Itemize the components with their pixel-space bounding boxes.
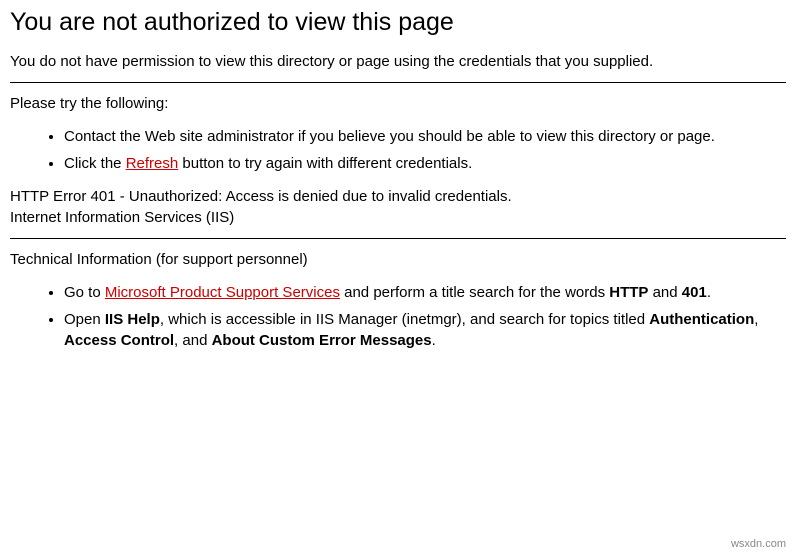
- error-block: HTTP Error 401 - Unauthorized: Access is…: [10, 186, 786, 228]
- try-following-label: Please try the following:: [10, 93, 786, 114]
- intro-text: You do not have permission to view this …: [10, 51, 786, 72]
- server-line: Internet Information Services (IIS): [10, 209, 234, 226]
- text-fragment: , which is accessible in IIS Manager (in…: [160, 311, 649, 328]
- authentication-bold: Authentication: [649, 311, 754, 328]
- text-fragment: .: [707, 284, 711, 301]
- text-fragment: ,: [754, 311, 758, 328]
- text-fragment: Click the: [64, 155, 126, 172]
- text-fragment: and: [648, 284, 681, 301]
- http-bold: HTTP: [609, 284, 648, 301]
- text-fragment: , and: [174, 332, 212, 349]
- technical-info-label: Technical Information (for support perso…: [10, 249, 786, 270]
- text-fragment: button to try again with different crede…: [178, 155, 472, 172]
- list-item: Contact the Web site administrator if yo…: [64, 126, 786, 147]
- text-fragment: Go to: [64, 284, 105, 301]
- access-control-bold: Access Control: [64, 332, 174, 349]
- divider-top: [10, 82, 786, 83]
- refresh-link[interactable]: Refresh: [126, 155, 179, 172]
- list-item: Go to Microsoft Product Support Services…: [64, 282, 786, 303]
- list-item: Click the Refresh button to try again wi…: [64, 153, 786, 174]
- technical-list: Go to Microsoft Product Support Services…: [10, 282, 786, 351]
- error-code-line: HTTP Error 401 - Unauthorized: Access is…: [10, 188, 512, 205]
- about-custom-bold: About Custom Error Messages: [212, 332, 432, 349]
- list-item: Open IIS Help, which is accessible in II…: [64, 309, 786, 351]
- page-title: You are not authorized to view this page: [10, 8, 786, 37]
- text-fragment: .: [432, 332, 436, 349]
- watermark: wsxdn.com: [731, 538, 786, 550]
- iis-help-bold: IIS Help: [105, 311, 160, 328]
- divider-bottom: [10, 238, 786, 239]
- text-fragment: Open: [64, 311, 105, 328]
- try-list: Contact the Web site administrator if yo…: [10, 126, 786, 174]
- code-bold: 401: [682, 284, 707, 301]
- mpss-link[interactable]: Microsoft Product Support Services: [105, 284, 340, 301]
- text-fragment: and perform a title search for the words: [340, 284, 609, 301]
